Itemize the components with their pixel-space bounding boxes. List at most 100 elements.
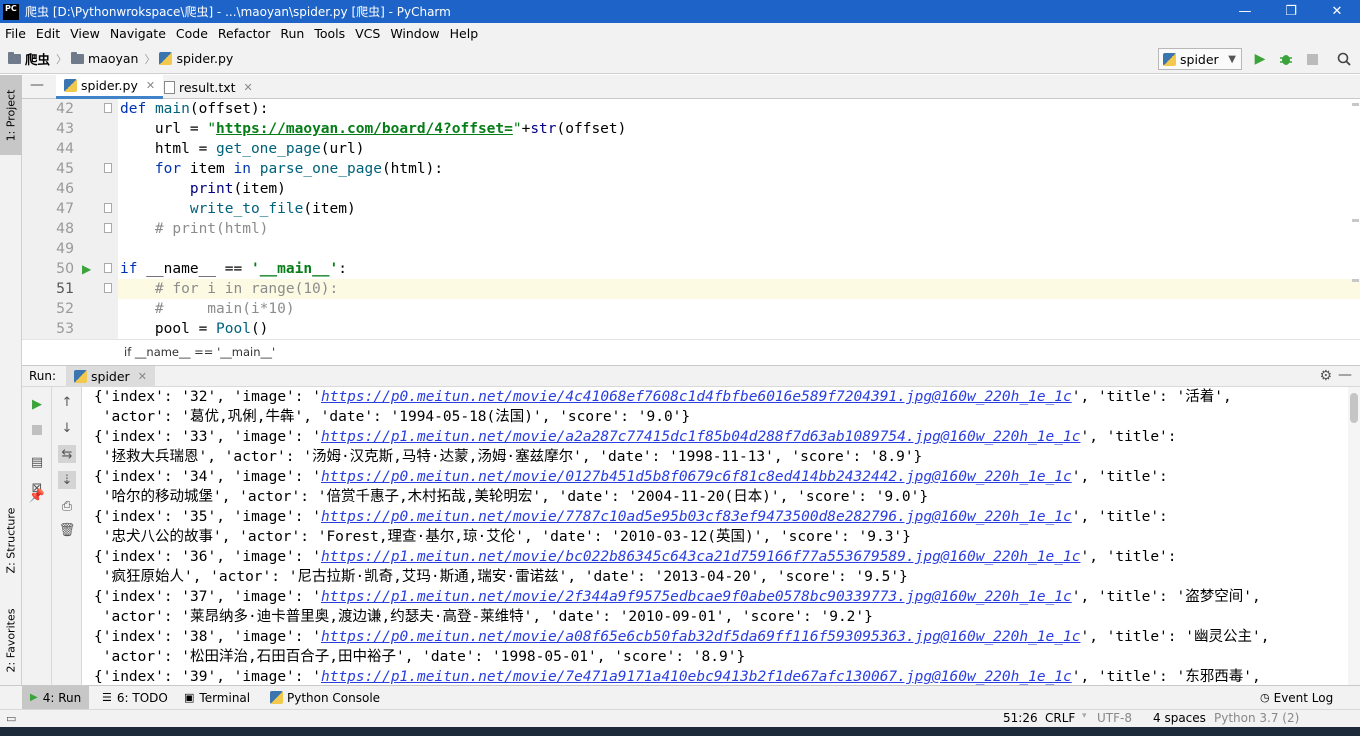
left-tool-stripe: 1: Project Z: Structure 2: Favorites <box>0 75 22 685</box>
fold-marker-icon[interactable] <box>104 283 112 293</box>
menu-file[interactable]: File <box>0 26 31 41</box>
arrow-down-icon[interactable]: ↓ <box>58 419 76 437</box>
builtin: str <box>530 121 557 137</box>
project-tool-tab[interactable]: 1: Project <box>0 75 22 155</box>
breadcrumb-project[interactable]: 爬虫 <box>8 49 50 68</box>
fold-marker-icon[interactable] <box>104 223 112 233</box>
menu-window[interactable]: Window <box>385 26 444 41</box>
menu-navigate[interactable]: Navigate <box>105 26 171 41</box>
console-line: 'actor': '莱昂纳多·迪卡普里奥,渡边谦,约瑟夫·高登-莱维特', 'd… <box>94 607 873 627</box>
console-line: {'index': '36', 'image': 'https://p1.mei… <box>94 547 1177 567</box>
structure-tool-tab[interactable]: Z: Structure <box>0 495 22 585</box>
toggle-tool-windows-icon[interactable]: ▭ <box>6 712 16 725</box>
console-link[interactable]: https://p1.meitun.net/movie/7e471a9171a4… <box>321 669 1072 685</box>
arrow-up-icon[interactable]: ↑ <box>58 393 76 411</box>
console-line: 'actor': '葛优,巩俐,牛犇', 'date': '1994-05-18… <box>94 407 690 427</box>
close-tab-icon[interactable]: ✕ <box>146 79 155 92</box>
breadcrumb-file[interactable]: spider.py <box>159 51 233 66</box>
scroll-marker <box>1352 103 1359 106</box>
console-link[interactable]: https://p1.meitun.net/movie/a2a287c77415… <box>321 429 1081 445</box>
chevron-down-icon: ▾ <box>1082 711 1087 721</box>
favorites-tool-tab[interactable]: 2: Favorites <box>0 595 22 685</box>
python-interpreter[interactable]: Python 3.7 (2) <box>1214 711 1299 725</box>
fold-marker-icon[interactable] <box>104 203 112 213</box>
collapse-icon[interactable]: — <box>30 77 44 93</box>
line-separator[interactable]: CRLF <box>1045 711 1075 725</box>
run-icon[interactable]: ▶ <box>1252 51 1268 67</box>
gear-icon[interactable]: ⚙ <box>1319 368 1332 384</box>
console-scrollbar[interactable] <box>1348 387 1360 685</box>
breadcrumb-folder[interactable]: maoyan <box>71 51 138 66</box>
console-line: '拯救大兵瑞恩', 'actor': '汤姆·汉克斯,马特·达蒙,汤姆·塞兹摩尔… <box>94 447 923 467</box>
console-text: '拯救大兵瑞恩', 'actor': '汤姆·汉克斯,马特·达蒙,汤姆·塞兹摩尔… <box>94 449 923 465</box>
console-link[interactable]: https://p1.meitun.net/movie/2f344a9f9575… <box>321 589 1072 605</box>
rerun-icon[interactable]: ▶ <box>28 395 46 413</box>
console-link[interactable]: https://p0.meitun.net/movie/7787c10ad5e9… <box>321 509 1072 525</box>
maximize-button[interactable]: ❐ <box>1268 0 1314 23</box>
code-text: __name__ == <box>137 261 251 277</box>
console-text: ', 'title': '活着', <box>1071 389 1232 405</box>
menu-code[interactable]: Code <box>171 26 213 41</box>
menu-view[interactable]: View <box>65 26 105 41</box>
fold-marker-icon[interactable] <box>104 263 112 273</box>
code-breadcrumb-bar: if __name__ == '__main__' <box>22 339 1360 365</box>
run-tab-spider[interactable]: spider ✕ <box>66 366 155 387</box>
print-icon[interactable]: ⎙ <box>58 497 76 515</box>
menu-run[interactable]: Run <box>275 26 309 41</box>
code-text: (offset): <box>189 101 269 117</box>
file-encoding[interactable]: UTF-8 <box>1097 711 1132 725</box>
run-gutter-icon[interactable]: ▶ <box>82 262 91 276</box>
console-link[interactable]: https://p1.meitun.net/movie/bc022b86345c… <box>321 549 1081 565</box>
caret-position[interactable]: 51:26 <box>1003 711 1038 725</box>
console-link[interactable]: https://p0.meitun.net/movie/0127b451d5b8… <box>321 469 1072 485</box>
menu-help[interactable]: Help <box>445 26 484 41</box>
code-text: (url) <box>320 141 365 157</box>
minimize-button[interactable]: — <box>1222 0 1268 23</box>
menu-edit[interactable]: Edit <box>31 26 65 41</box>
run-configuration-select[interactable]: spider ▼ <box>1158 48 1242 70</box>
close-tab-icon[interactable]: ✕ <box>244 81 253 94</box>
stop-icon[interactable] <box>28 421 46 439</box>
menu-refactor[interactable]: Refactor <box>213 26 275 41</box>
fold-marker-icon[interactable] <box>104 103 112 113</box>
editor-scrollbar[interactable] <box>1350 99 1360 339</box>
bottom-tab-todo[interactable]: ☰ 6: TODO <box>94 686 176 709</box>
navigation-bar: 爬虫 〉 maoyan 〉 spider.py spider ▼ ▶ <box>0 44 1360 74</box>
hide-panel-icon[interactable]: — <box>1338 367 1352 383</box>
tab-result-txt[interactable]: result.txt ✕ <box>156 75 261 99</box>
url-literal[interactable]: https://maoyan.com/board/4?offset= <box>216 121 513 137</box>
code-editor[interactable]: 42 43 44 45 46 47 48 49 50 51 52 53 ▶ de… <box>22 99 1360 365</box>
pin-icon[interactable]: 📌 <box>28 487 46 505</box>
code-breadcrumb[interactable]: if __name__ == '__main__' <box>124 345 275 359</box>
menu-tools[interactable]: Tools <box>309 26 350 41</box>
tab-spider-py[interactable]: spider.py ✕ <box>56 75 164 99</box>
event-log-button[interactable]: ◷ Event Log <box>1252 686 1341 709</box>
title-bar: PC 爬虫 [D:\Pythonwrokspace\爬虫] - ...\maoy… <box>0 0 1360 23</box>
restore-layout-icon[interactable]: ▤ <box>28 453 46 471</box>
scrollbar-thumb[interactable] <box>1350 393 1358 423</box>
scroll-to-end-icon[interactable]: ⇣ <box>58 471 76 489</box>
console-output[interactable]: {'index': '32', 'image': 'https://p0.mei… <box>82 387 1348 685</box>
run-toolbar: ▶ ▤ ⊠ 📌 <box>22 387 52 685</box>
indent-setting[interactable]: 4 spaces <box>1153 711 1206 725</box>
bottom-tab-python-console[interactable]: Python Console <box>262 686 388 709</box>
close-button[interactable]: ✕ <box>1314 0 1360 23</box>
stop-icon[interactable] <box>1304 51 1320 67</box>
menu-vcs[interactable]: VCS <box>350 26 385 41</box>
console-line: {'index': '34', 'image': 'https://p0.mei… <box>94 467 1168 487</box>
fold-marker-icon[interactable] <box>104 163 112 173</box>
bottom-tab-terminal[interactable]: ▣ Terminal <box>176 686 258 709</box>
python-file-icon <box>1163 52 1176 66</box>
soft-wrap-icon[interactable]: ⇆ <box>58 445 76 463</box>
console-text: {'index': '33', 'image': ' <box>94 429 321 445</box>
console-link[interactable]: https://p0.meitun.net/movie/4c41068ef760… <box>321 389 1072 405</box>
close-tab-icon[interactable]: ✕ <box>138 370 147 383</box>
bottom-tab-run[interactable]: ▶ 4: Run <box>22 686 90 709</box>
search-icon[interactable] <box>1336 51 1352 67</box>
trash-icon[interactable]: 🗑 <box>58 521 76 539</box>
keyword: for <box>154 161 182 177</box>
debug-icon[interactable] <box>1278 51 1294 67</box>
comment: # for i in range(10): <box>154 281 339 297</box>
console-link[interactable]: https://p0.meitun.net/movie/a08f65e6cb50… <box>321 629 1081 645</box>
python-file-icon <box>74 370 87 383</box>
